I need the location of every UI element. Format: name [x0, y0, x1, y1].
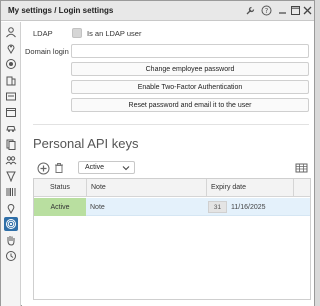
login-settings-panel: LDAP Is an LDAP user Domain login Change… — [22, 22, 314, 306]
location-pin-icon[interactable] — [4, 41, 18, 55]
reset-password-button[interactable]: Reset password and email it to the user — [71, 98, 309, 112]
enable-two-factor-button[interactable]: Enable Two-Factor Authentication — [71, 80, 309, 94]
target-icon[interactable] — [4, 57, 18, 71]
map-pin-icon[interactable] — [4, 201, 18, 215]
car-icon[interactable] — [4, 121, 18, 135]
grid-header: Status Note Expiry date — [34, 179, 310, 197]
svg-text:?: ? — [265, 7, 269, 15]
note-cell[interactable]: Note — [87, 198, 105, 216]
clock-icon[interactable] — [4, 249, 18, 263]
tools-icon[interactable] — [244, 4, 257, 17]
status-filter-value: Active — [85, 164, 105, 171]
column-separator — [86, 179, 87, 197]
status-badge: Active — [34, 198, 86, 216]
building-icon[interactable] — [4, 73, 18, 87]
trash-icon[interactable] — [52, 161, 66, 175]
id-card-icon[interactable] — [4, 89, 18, 103]
api-keys-title: Personal API keys — [33, 136, 139, 151]
column-separator — [206, 179, 207, 197]
api-keys-toolbar: Active — [33, 159, 311, 177]
table-row[interactable]: Active Note 31 11/16/2025 — [34, 198, 310, 216]
help-icon[interactable]: ? — [260, 4, 273, 17]
domain-login-label: Domain login — [25, 47, 69, 56]
add-icon[interactable] — [36, 161, 50, 175]
table-settings-icon[interactable] — [294, 161, 308, 175]
section-divider — [33, 124, 309, 125]
chevron-down-icon — [122, 164, 130, 174]
domain-login-input[interactable] — [71, 44, 309, 58]
documents-icon[interactable] — [4, 137, 18, 151]
column-separator — [293, 179, 294, 197]
ldap-checkbox-label: Is an LDAP user — [87, 29, 142, 38]
ldap-label: LDAP — [33, 29, 53, 38]
expiry-date-cell[interactable]: 11/16/2025 — [231, 198, 266, 216]
sidebar — [1, 22, 21, 306]
title-bar: My settings / Login settings ? — [1, 1, 314, 21]
column-header-note[interactable]: Note — [91, 184, 106, 191]
column-header-expiry[interactable]: Expiry date — [211, 184, 246, 191]
user-icon[interactable] — [4, 25, 18, 39]
award-icon[interactable] — [4, 169, 18, 183]
minimize-icon[interactable] — [276, 4, 289, 17]
change-password-button[interactable]: Change employee password — [71, 62, 309, 76]
close-icon[interactable] — [301, 4, 314, 17]
api-keys-grid: Status Note Expiry date Active Note 31 1… — [33, 178, 311, 300]
window-title: My settings / Login settings — [8, 6, 114, 15]
column-header-status[interactable]: Status — [50, 184, 70, 191]
barcode-icon[interactable] — [4, 185, 18, 199]
ldap-checkbox[interactable] — [72, 28, 82, 38]
calendar-icon[interactable] — [4, 105, 18, 119]
hand-icon[interactable] — [4, 233, 18, 247]
status-filter-select[interactable]: Active — [78, 161, 135, 174]
calendar-day-icon[interactable]: 31 — [208, 201, 227, 213]
settings-window: My settings / Login settings ? LDAP Is a… — [0, 0, 315, 306]
group-icon[interactable] — [4, 153, 18, 167]
fingerprint-icon[interactable] — [4, 217, 18, 231]
